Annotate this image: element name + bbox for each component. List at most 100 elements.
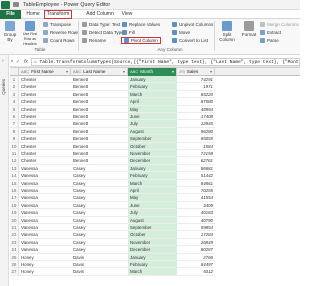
cell-sales[interactable]: 85055: [177, 135, 215, 143]
row-number[interactable]: 17: [10, 194, 19, 202]
move-button[interactable]: Move: [172, 30, 190, 35]
group-by-button[interactable]: Group By: [2, 21, 18, 42]
cell-last-name[interactable]: Bennett: [71, 143, 128, 150]
cell-last-name[interactable]: Bennett: [71, 83, 128, 91]
cell-first-name[interactable]: Vanessa: [19, 187, 71, 195]
table-row[interactable]: 3 Chester Bennett March 85220: [10, 90, 300, 99]
text-type-icon[interactable]: ABC: [21, 69, 29, 74]
cell-sales[interactable]: 12845: [177, 120, 215, 128]
cell-last-name[interactable]: Bennett: [71, 157, 128, 165]
row-number[interactable]: 4: [10, 98, 19, 106]
cell-month[interactable]: February: [128, 172, 177, 180]
extract-button[interactable]: Extract: [260, 30, 281, 35]
row-number[interactable]: 6: [10, 113, 19, 121]
cell-first-name[interactable]: Vanessa: [19, 209, 71, 217]
column-header-last-name[interactable]: ABC Last Name ▾: [71, 68, 128, 76]
row-number[interactable]: 7: [10, 120, 19, 128]
cell-last-name[interactable]: Casey: [71, 224, 128, 232]
cell-first-name[interactable]: Chester: [19, 76, 71, 84]
table-row[interactable]: 13 Vanessa Casey January 86681: [10, 164, 300, 173]
cell-first-name[interactable]: Vanessa: [19, 246, 71, 254]
table-row[interactable]: 26 Honey Davis February 84497: [10, 261, 300, 269]
cell-first-name[interactable]: Vanessa: [19, 217, 71, 224]
filter-dropdown-icon[interactable]: ▾: [66, 68, 68, 76]
filter-dropdown-icon[interactable]: ▾: [123, 68, 125, 76]
cell-last-name[interactable]: Davis: [71, 261, 128, 269]
cell-last-name[interactable]: Casey: [71, 187, 128, 195]
cell-first-name[interactable]: Vanessa: [19, 239, 71, 247]
quick-access-icon[interactable]: [13, 2, 19, 7]
cell-first-name[interactable]: Chester: [19, 120, 71, 128]
row-number[interactable]: 26: [10, 261, 19, 269]
cell-month[interactable]: January: [128, 164, 177, 173]
replace-values-button[interactable]: Replace Values: [122, 22, 160, 27]
queries-pane-collapsed[interactable]: › Queries: [0, 55, 9, 286]
cell-month[interactable]: March: [128, 268, 177, 276]
cell-sales[interactable]: 26849: [177, 239, 215, 247]
cell-last-name[interactable]: Bennett: [71, 120, 128, 128]
row-number[interactable]: 16: [10, 187, 19, 195]
cell-first-name[interactable]: Honey: [19, 268, 71, 276]
row-number[interactable]: 21: [10, 224, 19, 232]
cell-first-name[interactable]: Chester: [19, 135, 71, 143]
cell-last-name[interactable]: Casey: [71, 217, 128, 224]
table-row[interactable]: 11 Chester Bennett November 72158: [10, 150, 300, 158]
cell-sales[interactable]: 70255: [177, 187, 215, 195]
cell-last-name[interactable]: Casey: [71, 202, 128, 210]
cell-last-name[interactable]: Bennett: [71, 76, 128, 84]
split-column-button[interactable]: Split Column: [216, 21, 238, 42]
column-header-sales[interactable]: 1²3 Sales ▾: [177, 68, 215, 76]
cell-first-name[interactable]: Chester: [19, 83, 71, 91]
format-button[interactable]: Format: [240, 21, 258, 37]
cell-first-name[interactable]: Honey: [19, 261, 71, 269]
cell-first-name[interactable]: Vanessa: [19, 194, 71, 202]
cell-last-name[interactable]: Casey: [71, 246, 128, 254]
cell-sales[interactable]: 1584: [177, 143, 215, 150]
cell-first-name[interactable]: Vanessa: [19, 231, 71, 239]
reverse-rows-button[interactable]: Reverse Rows: [43, 30, 79, 35]
cell-first-name[interactable]: Chester: [19, 113, 71, 121]
cell-month[interactable]: November: [128, 238, 177, 247]
unpivot-columns-button[interactable]: Unpivot Columns: [172, 22, 213, 27]
cell-sales[interactable]: 59854: [177, 224, 215, 232]
row-number[interactable]: 12: [10, 157, 19, 165]
table-row[interactable]: 15 Vanessa Casey March 84861: [10, 179, 300, 187]
cell-first-name[interactable]: Honey: [19, 254, 71, 261]
count-rows-button[interactable]: Count Rows: [43, 38, 75, 43]
cell-first-name[interactable]: Chester: [19, 157, 71, 165]
cell-last-name[interactable]: Bennett: [71, 135, 128, 143]
row-number[interactable]: 14: [10, 172, 19, 180]
cell-last-name[interactable]: Bennett: [71, 113, 128, 121]
row-number[interactable]: 19: [10, 209, 19, 217]
table-row[interactable]: 7 Chester Bennett July 12845: [10, 120, 300, 128]
column-header-first-name[interactable]: ABC First Name ▾: [19, 68, 71, 76]
tab-add-column[interactable]: Add Column: [80, 10, 120, 19]
detect-data-type-button[interactable]: Detect Data Type: [82, 30, 124, 35]
number-type-icon[interactable]: 1²3: [179, 69, 185, 74]
row-number[interactable]: 20: [10, 216, 19, 224]
cell-month[interactable]: April: [128, 98, 177, 106]
cell-sales[interactable]: 17408: [177, 113, 215, 121]
cell-month[interactable]: June: [128, 201, 177, 210]
merge-columns-button[interactable]: Merge Columns: [260, 22, 299, 27]
table-row[interactable]: 18 Vanessa Casey June 3409: [10, 201, 300, 210]
cell-month[interactable]: February: [128, 261, 177, 269]
filter-dropdown-icon[interactable]: ▾: [172, 68, 174, 76]
row-number[interactable]: 10: [10, 142, 19, 150]
table-row[interactable]: 25 Honey Davis January 2766: [10, 253, 300, 261]
row-number[interactable]: 8: [10, 127, 19, 136]
cell-last-name[interactable]: Davis: [71, 254, 128, 261]
cell-last-name[interactable]: Casey: [71, 172, 128, 180]
column-header-month[interactable]: ABC Month ▾: [128, 68, 177, 76]
row-number[interactable]: 9: [10, 135, 19, 143]
cell-sales[interactable]: 96280: [177, 128, 215, 136]
table-row[interactable]: 6 Chester Bennett June 17408: [10, 113, 300, 121]
cell-last-name[interactable]: Casey: [71, 209, 128, 217]
row-number[interactable]: 22: [10, 231, 19, 239]
tab-transform[interactable]: Transform: [44, 10, 72, 19]
row-number[interactable]: 11: [10, 150, 19, 158]
cell-month[interactable]: November: [128, 150, 177, 158]
cell-month[interactable]: March: [128, 179, 177, 187]
cell-month[interactable]: February: [128, 83, 177, 91]
row-number[interactable]: 3: [10, 90, 19, 99]
